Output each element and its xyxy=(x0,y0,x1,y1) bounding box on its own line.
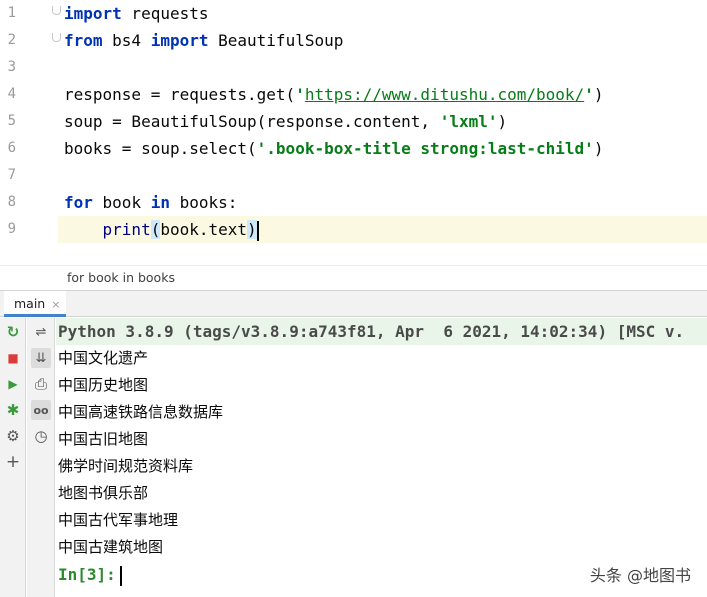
watermark: 头条 @地图书 xyxy=(589,566,691,585)
line-number: 7 xyxy=(7,167,16,183)
line-number: 1 xyxy=(7,5,16,21)
code-line-4: response = requests.get('https://www.dit… xyxy=(64,85,604,104)
output-line: 中国高速铁路信息数据库 xyxy=(58,403,224,421)
line-number: 4 xyxy=(7,86,16,102)
code-line-2: from bs4 import BeautifulSoup xyxy=(64,31,344,50)
code-editor[interactable]: 1 2 3 4 5 6 7 8 9 import requests from b… xyxy=(0,0,707,265)
line-number: 6 xyxy=(7,140,16,156)
line-number: 2 xyxy=(7,32,16,48)
run-icon[interactable]: ▶ xyxy=(3,374,23,394)
code-line-1: import requests xyxy=(64,4,209,23)
scroll-to-end-icon[interactable]: ⇊ xyxy=(31,348,51,368)
python-version-banner: Python 3.8.9 (tags/v3.8.9:a743f81, Apr 6… xyxy=(56,318,707,345)
output-line: 中国历史地图 xyxy=(58,376,149,394)
text-caret xyxy=(119,565,122,586)
add-icon[interactable]: + xyxy=(3,452,23,472)
code-line-8: for book in books: xyxy=(64,193,238,212)
console-view-toolbar: ⇌ ⇊ ⎙ oo ◷ xyxy=(27,318,55,597)
text-caret xyxy=(256,220,259,241)
tab-label: main xyxy=(14,296,46,311)
output-line: 佛学时间规范资料库 xyxy=(58,457,194,475)
variables-icon[interactable]: oo xyxy=(31,400,51,420)
prompt-label: In[3]: xyxy=(58,565,116,584)
console-output[interactable]: Python 3.8.9 (tags/v3.8.9:a743f81, Apr 6… xyxy=(56,318,707,597)
console-action-toolbar: ↻ ■ ▶ ✱ ⚙ + xyxy=(0,318,26,597)
url-link[interactable]: https://www.ditushu.com/book/ xyxy=(305,85,584,104)
line-number: 3 xyxy=(7,59,16,75)
output-line: 中国文化遗产 xyxy=(58,349,149,367)
print-icon[interactable]: ⎙ xyxy=(31,374,51,394)
code-line-9: print(book.text) xyxy=(102,220,259,241)
output-line: 中国古旧地图 xyxy=(58,430,149,448)
stop-icon[interactable]: ■ xyxy=(3,348,23,368)
code-line-5: soup = BeautifulSoup(response.content, '… xyxy=(64,112,508,131)
line-number: 9 xyxy=(7,221,16,237)
line-number: 5 xyxy=(7,113,16,129)
output-line: 中国古建筑地图 xyxy=(58,538,164,556)
rerun-icon[interactable]: ↻ xyxy=(3,322,23,342)
console-tool-header: main × xyxy=(0,290,707,317)
console-prompt[interactable]: In[3]: xyxy=(58,561,122,588)
soft-wrap-icon[interactable]: ⇌ xyxy=(31,322,51,342)
fold-marker-icon[interactable] xyxy=(52,33,61,42)
breadcrumb: for book in books xyxy=(0,265,707,289)
breadcrumb-item[interactable]: for book in books xyxy=(67,270,175,285)
line-number-gutter: 1 2 3 4 5 6 7 8 9 xyxy=(0,0,61,265)
line-number: 8 xyxy=(7,194,16,210)
output-line: 地图书俱乐部 xyxy=(58,484,149,502)
close-icon[interactable]: × xyxy=(51,298,60,311)
history-icon[interactable]: ◷ xyxy=(31,426,51,446)
tab-main[interactable]: main × xyxy=(4,291,67,317)
debug-icon[interactable]: ✱ xyxy=(3,400,23,420)
output-line: 中国古代军事地理 xyxy=(58,511,179,529)
code-line-6: books = soup.select('.book-box-title str… xyxy=(64,139,604,158)
fold-marker-icon[interactable] xyxy=(52,6,61,15)
settings-icon[interactable]: ⚙ xyxy=(3,426,23,446)
